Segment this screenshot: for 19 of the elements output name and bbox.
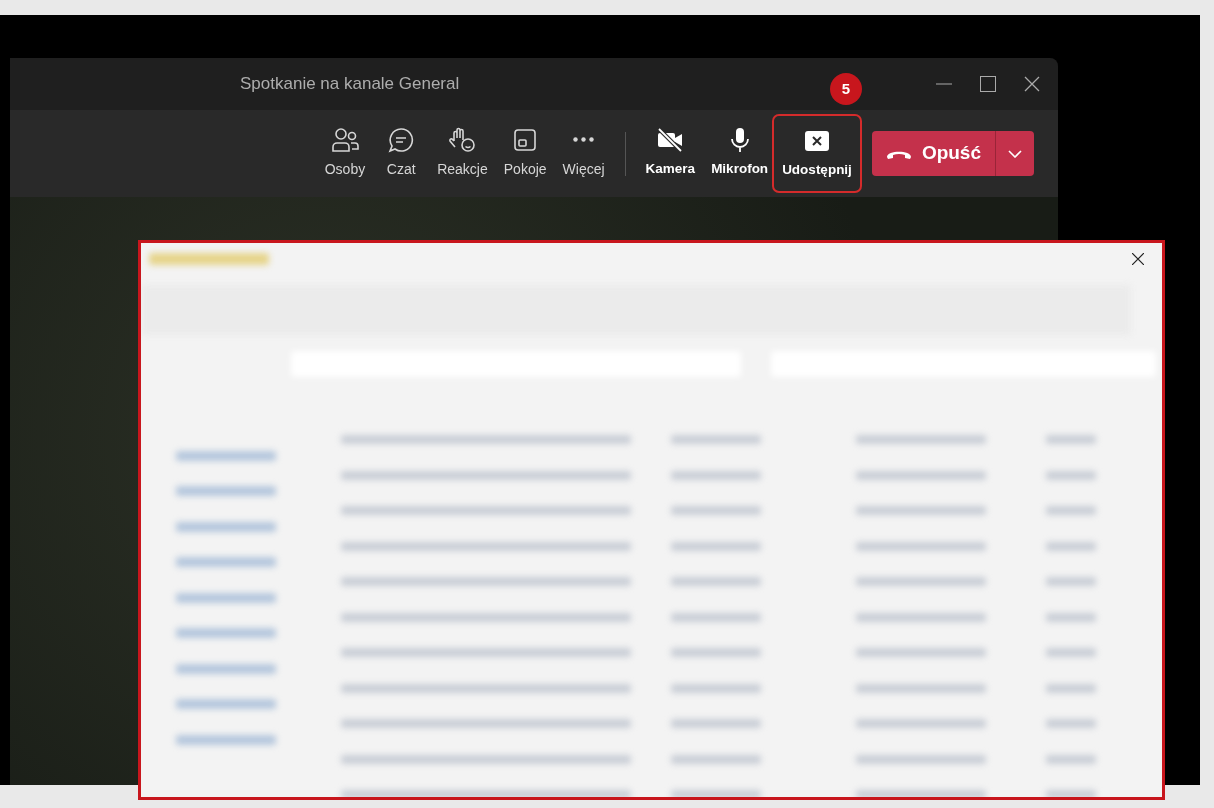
mic-button[interactable]: Mikrofon: [703, 121, 777, 186]
share-button[interactable]: Udostępnij: [776, 118, 858, 189]
maximize-icon[interactable]: [980, 76, 996, 92]
people-button[interactable]: Osoby: [316, 121, 374, 186]
window-title: Spotkanie na kanale General: [240, 73, 460, 96]
more-icon: [573, 137, 595, 142]
rooms-button[interactable]: Pokoje: [495, 121, 555, 186]
reactions-button[interactable]: Reakcje: [429, 121, 496, 186]
camera-button[interactable]: Kamera: [637, 121, 704, 186]
close-icon[interactable]: [1024, 76, 1040, 92]
caret-icon: [1008, 150, 1022, 159]
leave-button[interactable]: Opuść: [871, 131, 995, 176]
people-icon: [330, 127, 359, 153]
chat-button[interactable]: Czat: [373, 121, 430, 186]
raised-hand-icon: [448, 127, 477, 153]
camera-off-icon: [656, 127, 685, 154]
chat-icon: [387, 127, 416, 153]
more-button[interactable]: Więcej: [554, 121, 613, 186]
close-icon[interactable]: [1132, 253, 1144, 265]
